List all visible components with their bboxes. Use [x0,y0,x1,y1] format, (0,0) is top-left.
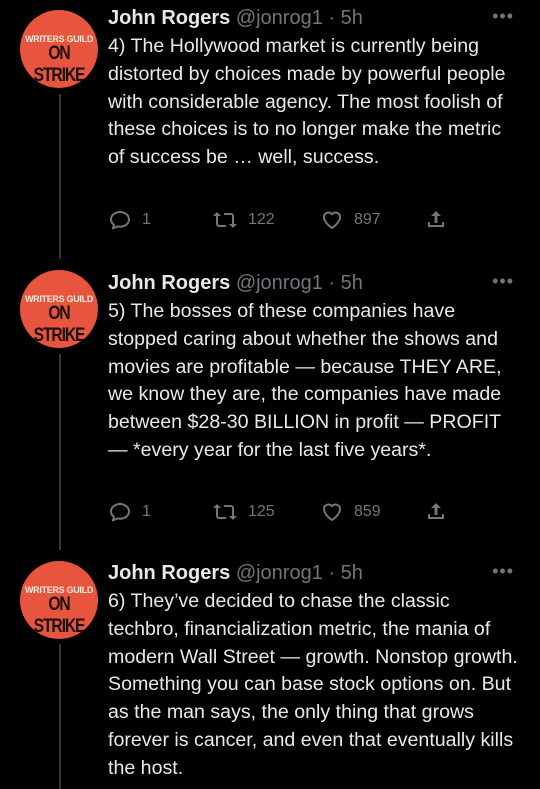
tweet-text: 6) They’ve decided to chase the classic … [108,590,518,779]
more-horizontal-icon[interactable]: ••• [492,561,514,582]
author-handle[interactable]: @jonrog1 [236,562,323,584]
avatar[interactable]: WRITERS GUILD ON STRIKE [20,561,98,639]
tweet-header: John Rogers @jonrog1 · 5h [108,560,363,586]
avatar-text-line2: ON STRIKE [33,594,86,637]
separator: · [328,562,336,584]
timestamp[interactable]: 5h [341,562,363,584]
author-name[interactable]: John Rogers [108,562,230,584]
tweet[interactable]: WRITERS GUILD ON STRIKE John Rogers @jon… [0,0,540,789]
